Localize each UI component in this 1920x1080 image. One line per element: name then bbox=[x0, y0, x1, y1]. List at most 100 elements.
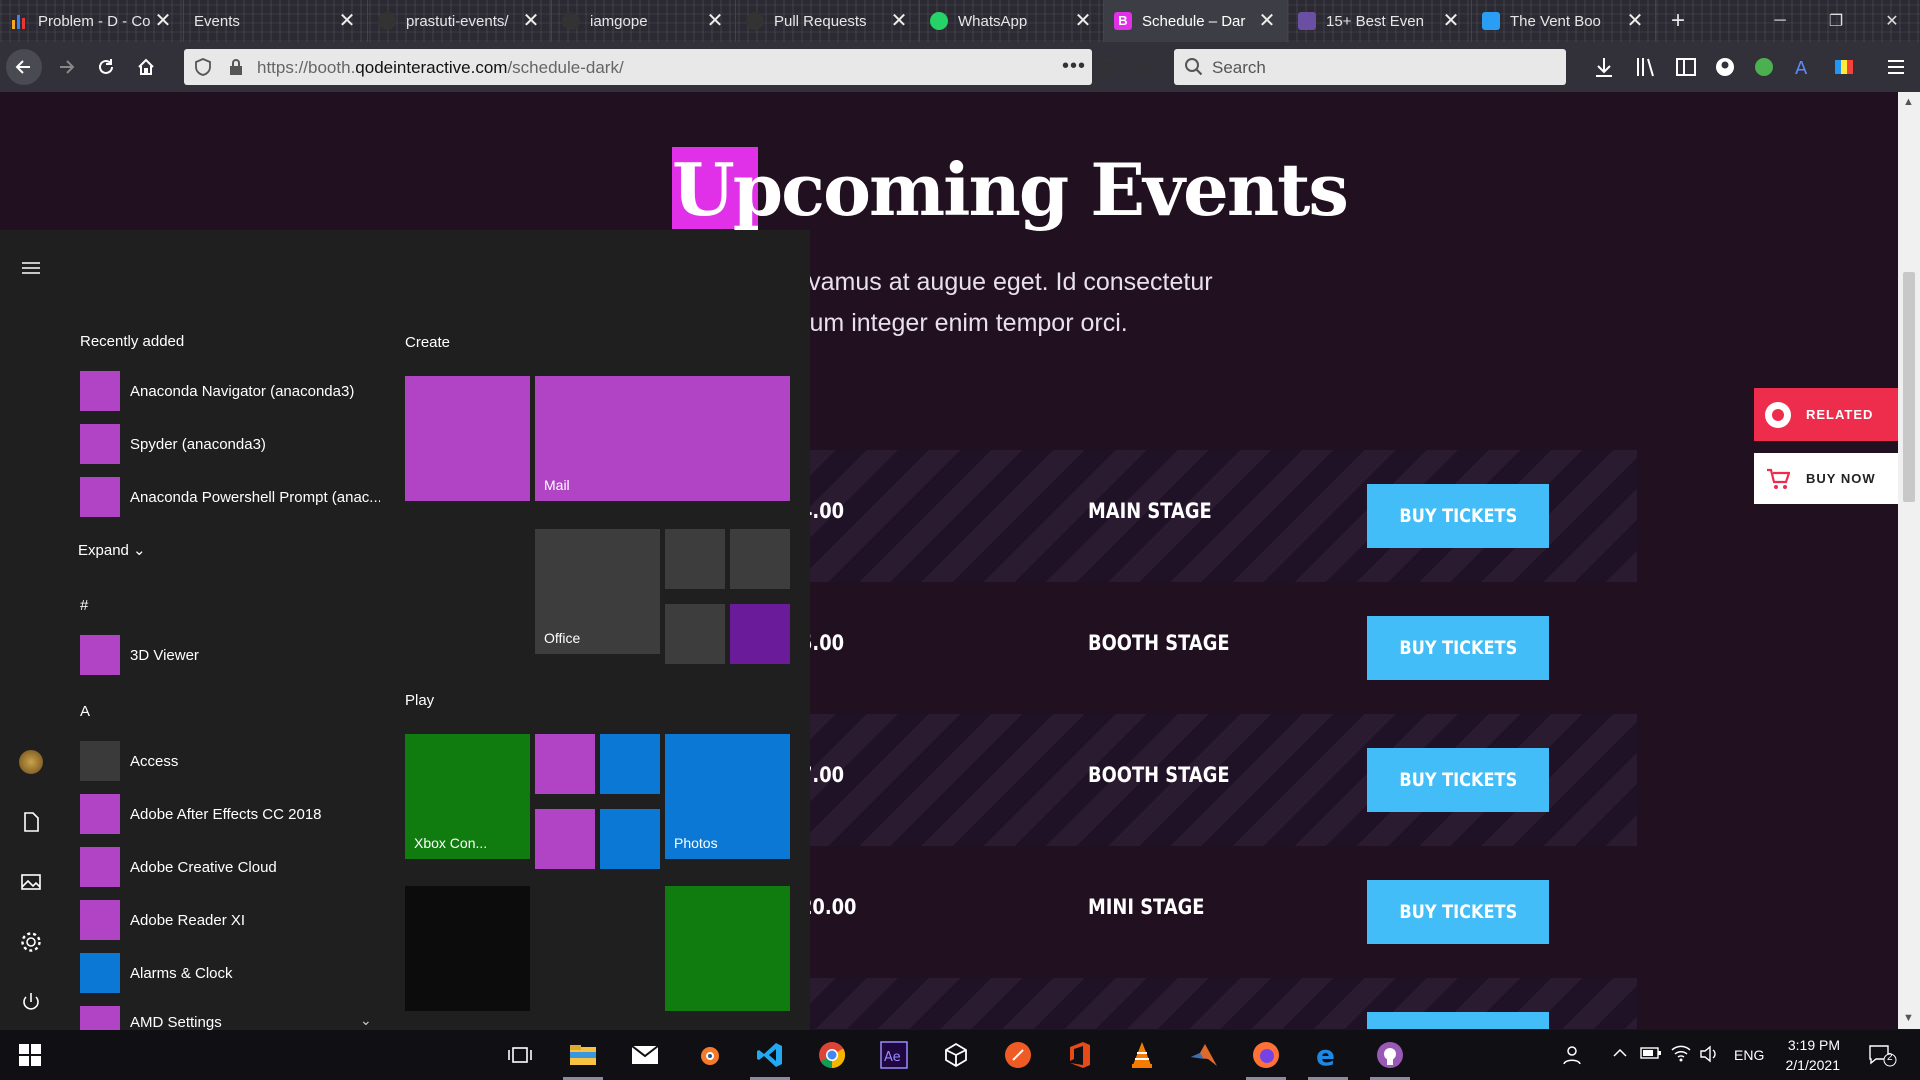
unity-icon[interactable] bbox=[932, 1030, 980, 1080]
sidebar-icon[interactable] bbox=[1674, 55, 1698, 79]
bookmark-star-icon[interactable] bbox=[1132, 57, 1152, 77]
wifi-icon[interactable] bbox=[1671, 1044, 1691, 1062]
buy-tickets-button[interactable] bbox=[1367, 1012, 1549, 1029]
buy-now-button[interactable]: BUY NOW bbox=[1754, 453, 1898, 504]
tile-small[interactable] bbox=[730, 604, 790, 664]
close-icon[interactable]: ✕ bbox=[705, 11, 725, 31]
app-3d-viewer[interactable]: 3D Viewer bbox=[80, 635, 380, 675]
tile-create-1[interactable] bbox=[405, 376, 530, 501]
library-icon[interactable] bbox=[1634, 55, 1658, 79]
mail-icon[interactable] bbox=[621, 1030, 669, 1080]
app-access[interactable]: Access bbox=[80, 741, 380, 781]
tab-vent-boo[interactable]: The Vent Boo ✕ bbox=[1472, 0, 1656, 42]
vlc-icon[interactable] bbox=[1118, 1030, 1166, 1080]
tile-small[interactable] bbox=[535, 734, 595, 794]
matlab-icon[interactable] bbox=[1180, 1030, 1228, 1080]
url-bar[interactable]: https://booth.qodeinteractive.com/schedu… bbox=[184, 49, 1152, 85]
tab-schedule-dark[interactable]: B Schedule – Dar ✕ bbox=[1104, 0, 1288, 42]
buy-tickets-button[interactable]: BUY TICKETS bbox=[1367, 748, 1549, 812]
scroll-up-icon[interactable]: ▲ bbox=[1903, 96, 1914, 108]
people-icon[interactable] bbox=[1562, 1045, 1582, 1065]
hamburger-icon[interactable] bbox=[19, 256, 43, 280]
after-effects-icon[interactable]: Ae bbox=[870, 1030, 918, 1080]
tile-small[interactable] bbox=[730, 529, 790, 589]
page-actions-icon[interactable]: ••• bbox=[1062, 55, 1086, 78]
app-alarms-clock[interactable]: Alarms & Clock bbox=[80, 953, 380, 993]
app-creative-cloud[interactable]: Adobe Creative Cloud bbox=[80, 847, 380, 887]
extension-flag-icon[interactable] bbox=[1832, 55, 1856, 79]
extension-font-icon[interactable]: A bbox=[1792, 55, 1816, 79]
app-amd-settings[interactable]: AMD Settings bbox=[80, 1006, 380, 1030]
tile-small[interactable] bbox=[535, 809, 595, 869]
volume-icon[interactable] bbox=[1699, 1045, 1719, 1063]
restore-icon[interactable]: ❐ bbox=[1808, 0, 1864, 42]
tab-prastuti-events[interactable]: prastuti-events/ ✕ bbox=[368, 0, 552, 42]
window-close-icon[interactable]: ✕ bbox=[1864, 0, 1920, 42]
tab-iamgope[interactable]: iamgope ✕ bbox=[552, 0, 736, 42]
close-icon[interactable]: ✕ bbox=[1073, 11, 1093, 31]
pocket-icon[interactable] bbox=[1096, 57, 1116, 77]
blender-icon[interactable] bbox=[684, 1030, 732, 1080]
app-after-effects[interactable]: Adobe After Effects CC 2018 bbox=[80, 794, 380, 834]
power-icon[interactable] bbox=[19, 990, 43, 1014]
scroll-down-icon[interactable]: ▼ bbox=[1903, 1012, 1914, 1024]
tile-small[interactable] bbox=[665, 529, 725, 589]
back-icon[interactable] bbox=[6, 49, 42, 85]
notification-center-icon[interactable]: 2 bbox=[1868, 1043, 1898, 1067]
close-icon[interactable]: ✕ bbox=[1441, 11, 1461, 31]
close-icon[interactable]: ✕ bbox=[337, 11, 357, 31]
tile-xbox[interactable]: Xbox Con... bbox=[405, 734, 530, 859]
tab-best-events[interactable]: 15+ Best Even ✕ bbox=[1288, 0, 1472, 42]
settings-gear-icon[interactable] bbox=[19, 930, 43, 954]
url-text[interactable]: https://booth.qodeinteractive.com/schedu… bbox=[257, 58, 624, 78]
reload-icon[interactable] bbox=[88, 49, 124, 85]
buy-tickets-button[interactable]: BUY TICKETS bbox=[1367, 616, 1549, 680]
tile-play-1[interactable] bbox=[405, 886, 530, 1011]
forward-icon[interactable] bbox=[48, 49, 84, 85]
tab-pull-requests[interactable]: Pull Requests ✕ bbox=[736, 0, 920, 42]
download-icon[interactable] bbox=[1592, 55, 1616, 79]
firefox-icon[interactable] bbox=[1242, 1030, 1290, 1080]
close-icon[interactable]: ✕ bbox=[521, 11, 541, 31]
chevron-up-icon[interactable] bbox=[1612, 1045, 1628, 1061]
lock-icon[interactable] bbox=[228, 57, 244, 77]
tile-small[interactable] bbox=[665, 604, 725, 664]
buy-tickets-button[interactable]: BUY TICKETS bbox=[1367, 484, 1549, 548]
postman-icon[interactable] bbox=[994, 1030, 1042, 1080]
related-button[interactable]: RELATED bbox=[1754, 388, 1898, 441]
windows-start-icon[interactable] bbox=[0, 1030, 60, 1080]
account-icon[interactable] bbox=[1713, 55, 1737, 79]
close-icon[interactable]: ✕ bbox=[1257, 11, 1277, 31]
app-anaconda-navigator[interactable]: Anaconda Navigator (anaconda3) bbox=[80, 371, 380, 411]
search-input[interactable]: Search bbox=[1174, 49, 1566, 85]
shield-icon[interactable] bbox=[194, 58, 212, 76]
tab-problem[interactable]: Problem - D - Co ✕ bbox=[0, 0, 184, 42]
hash-heading[interactable]: # bbox=[80, 597, 88, 614]
documents-icon[interactable] bbox=[19, 810, 43, 834]
home-icon[interactable] bbox=[128, 49, 164, 85]
close-icon[interactable]: ✕ bbox=[889, 11, 909, 31]
github-desktop-icon[interactable] bbox=[1366, 1030, 1414, 1080]
chevron-down-icon[interactable]: ⌄ bbox=[360, 1012, 372, 1029]
tile-small[interactable] bbox=[600, 809, 660, 869]
office-icon[interactable] bbox=[1056, 1030, 1104, 1080]
tab-whatsapp[interactable]: WhatsApp ✕ bbox=[920, 0, 1104, 42]
tab-events[interactable]: Events ✕ bbox=[184, 0, 368, 42]
task-view-icon[interactable] bbox=[496, 1030, 544, 1080]
extension-green-icon[interactable] bbox=[1752, 55, 1776, 79]
tile-office[interactable]: Office bbox=[535, 529, 660, 654]
expand-button[interactable]: Expand ⌄ bbox=[78, 541, 146, 559]
tile-play-2[interactable] bbox=[665, 886, 790, 1011]
clock[interactable]: 3:19 PM 2/1/2021 bbox=[1784, 1035, 1841, 1075]
file-explorer-icon[interactable] bbox=[559, 1030, 607, 1080]
close-icon[interactable]: ✕ bbox=[1625, 11, 1645, 31]
app-adobe-reader[interactable]: Adobe Reader XI bbox=[80, 900, 380, 940]
buy-tickets-button[interactable]: BUY TICKETS bbox=[1367, 880, 1549, 944]
scrollbar-thumb[interactable] bbox=[1903, 272, 1915, 502]
vscode-icon[interactable] bbox=[746, 1030, 794, 1080]
tile-mail[interactable]: Mail bbox=[535, 376, 790, 501]
minimize-icon[interactable]: ─ bbox=[1752, 0, 1808, 42]
edge-icon[interactable]: e bbox=[1304, 1030, 1352, 1080]
chrome-icon[interactable] bbox=[808, 1030, 856, 1080]
battery-icon[interactable] bbox=[1640, 1046, 1662, 1060]
